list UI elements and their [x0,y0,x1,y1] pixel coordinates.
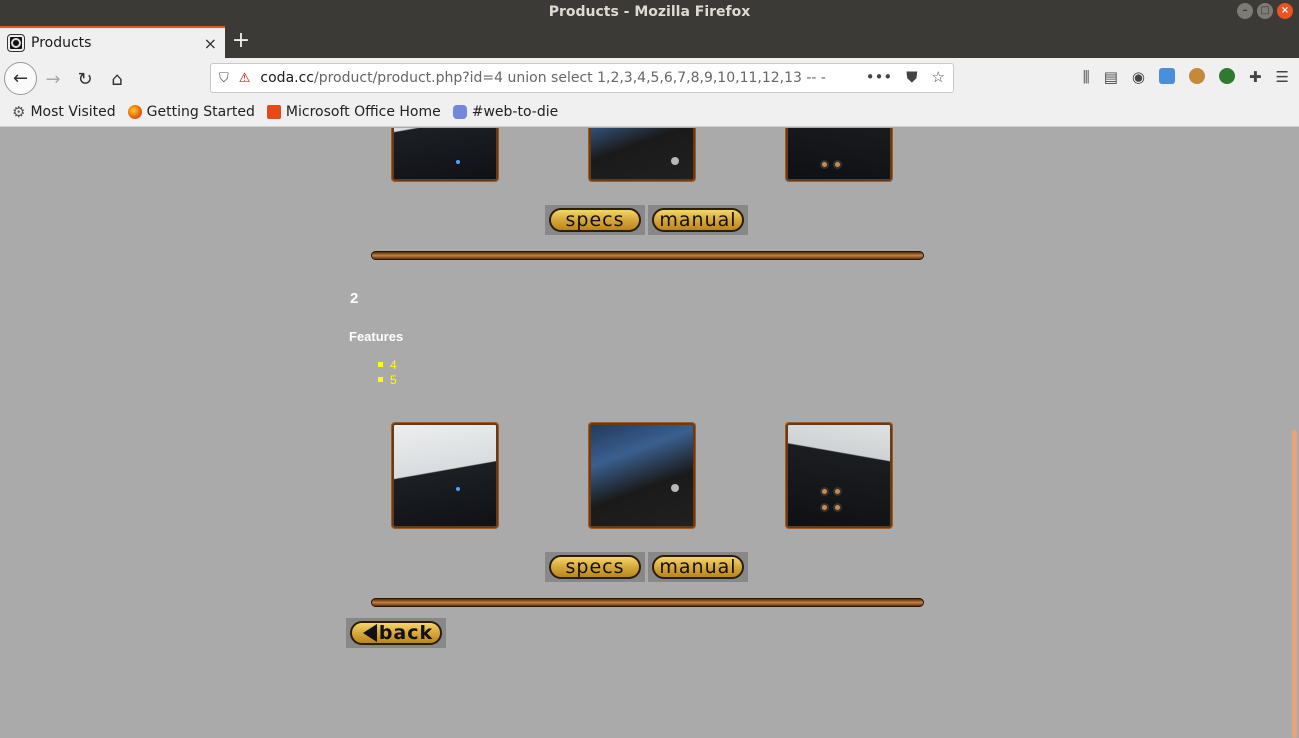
gear-icon: ⚙ [12,103,26,121]
bookmark-star-icon[interactable]: ☆ [932,68,945,86]
specs-button[interactable]: specs [545,552,645,582]
office-icon [266,105,281,119]
feature-item: 4 [378,357,397,372]
tab-title: Products [31,35,92,51]
minimize-button[interactable]: – [1237,3,1253,19]
account-icon[interactable]: ◉ [1132,68,1145,86]
pocket-icon[interactable]: ⛊ [906,68,917,86]
bookmark-getting-started[interactable]: Getting Started [127,104,255,120]
library-icon[interactable]: ⫼ [1083,68,1090,86]
cookie-extension-icon[interactable] [1188,68,1205,84]
home-button[interactable]: ⌂ [102,64,132,94]
product-image-inside[interactable] [589,423,695,528]
features-heading: Features [349,329,404,344]
close-window-button[interactable]: × [1277,3,1293,19]
url-path: /product/product.php?id=4 union select 1… [314,70,826,86]
maximize-button[interactable]: □ [1257,3,1273,19]
forward-button[interactable]: → [38,64,68,94]
tab-close-icon[interactable]: × [204,34,217,53]
tab-strip: Products × + [0,24,1299,58]
scrollbar-thumb[interactable] [1292,430,1297,738]
bookmark-most-visited[interactable]: ⚙ Most Visited [12,103,116,121]
back-link-button[interactable]: back [346,618,446,648]
tab-products[interactable]: Products × [0,26,225,58]
extensions-icon[interactable]: ✚ [1249,68,1262,86]
manual-button[interactable]: manual [648,552,748,582]
firefox-icon [127,105,142,119]
back-arrow-icon [362,624,377,642]
reload-button[interactable]: ↻ [70,64,100,94]
new-tab-button[interactable]: + [230,28,252,54]
product-heading: 2 [350,290,359,307]
features-list: 4 5 [378,357,397,387]
back-button[interactable]: ← [4,62,37,95]
bookmark-microsoft-office[interactable]: Microsoft Office Home [266,104,441,120]
url-host: coda.cc [260,70,314,86]
menu-icon[interactable]: ☰ [1276,68,1289,86]
window-titlebar: Products - Mozilla Firefox – □ × [0,0,1299,24]
site-favicon-icon [7,34,25,52]
bookmark-web-to-die[interactable]: #web-to-die [452,104,558,120]
discord-icon [452,105,467,119]
insecure-lock-icon[interactable]: ⚠ [239,71,251,86]
product-image-back[interactable] [786,423,892,528]
page-actions-icon[interactable]: ••• [866,68,893,86]
green-extension-icon[interactable] [1218,68,1235,84]
sidebar-icon[interactable]: ▤ [1104,68,1118,86]
feature-item: 5 [378,372,397,387]
product-image-inside[interactable] [589,128,695,181]
product-image-front[interactable] [392,423,498,528]
page-content: specs manual 2 Features 4 5 specs manual… [0,128,1288,738]
bookmarks-toolbar: ⚙ Most Visited Getting Started Microsoft … [0,98,1299,127]
product-image-front[interactable] [392,128,498,181]
manual-button[interactable]: manual [648,205,748,235]
tracking-shield-icon[interactable]: ⛉ [219,71,229,86]
navigation-toolbar: ← → ↻ ⌂ ⛉ ⚠ coda.cc/product/product.php?… [0,58,1299,98]
divider-bar [371,251,924,260]
url-bar[interactable]: ⛉ ⚠ coda.cc/product/product.php?id=4 uni… [210,63,954,93]
product-image-back[interactable] [786,128,892,181]
window-title: Products - Mozilla Firefox [548,4,751,20]
divider-bar [371,598,924,607]
translate-extension-icon[interactable] [1158,68,1175,84]
specs-button[interactable]: specs [545,205,645,235]
